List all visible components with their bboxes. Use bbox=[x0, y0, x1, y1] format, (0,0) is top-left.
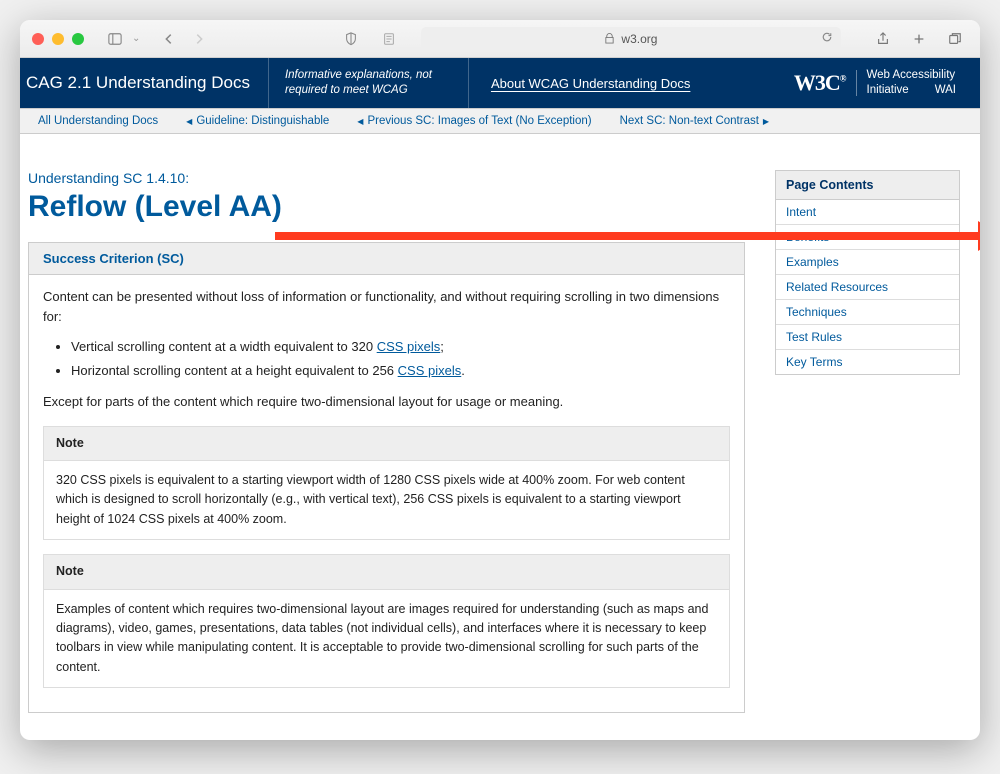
sc-body: Content can be presented without loss of… bbox=[29, 275, 744, 712]
tabs-icon[interactable] bbox=[942, 28, 968, 50]
toc-item-key-terms[interactable]: Key Terms bbox=[776, 350, 959, 374]
sc-except: Except for parts of the content which re… bbox=[43, 392, 730, 412]
toc-list: Intent Benefits Examples Related Resourc… bbox=[775, 199, 960, 375]
left-arrow-icon: ◀ bbox=[186, 117, 192, 126]
docs-title: CAG 2.1 Understanding Docs bbox=[20, 58, 269, 108]
shield-icon[interactable] bbox=[338, 28, 364, 50]
forward-button[interactable] bbox=[186, 28, 212, 50]
titlebar: ⌄ w3.org bbox=[20, 20, 980, 58]
note-box-1: Note 320 CSS pixels is equivalent to a s… bbox=[43, 426, 730, 541]
about-link[interactable]: About WCAG Understanding Docs bbox=[469, 58, 712, 108]
back-button[interactable] bbox=[156, 28, 182, 50]
page-header: CAG 2.1 Understanding Docs Informative e… bbox=[20, 58, 980, 108]
page-contents-toc: Page Contents Intent Benefits Examples R… bbox=[775, 170, 960, 375]
success-criterion-box: Success Criterion (SC) Content can be pr… bbox=[28, 242, 745, 713]
lock-icon bbox=[604, 33, 615, 44]
note-body: 320 CSS pixels is equivalent to a starti… bbox=[44, 461, 729, 539]
note-header: Note bbox=[44, 555, 729, 589]
sc-bullet-vertical: Vertical scrolling content at a width eq… bbox=[71, 337, 730, 357]
note-header: Note bbox=[44, 427, 729, 461]
maximize-button[interactable] bbox=[72, 33, 84, 45]
pre-title: Understanding SC 1.4.10: bbox=[28, 170, 745, 186]
left-arrow-icon: ◀ bbox=[357, 117, 363, 126]
note-box-2: Note Examples of content which requires … bbox=[43, 554, 730, 688]
toc-item-benefits[interactable]: Benefits bbox=[776, 225, 959, 250]
chevron-down-icon[interactable]: ⌄ bbox=[132, 33, 140, 44]
css-pixels-link[interactable]: CSS pixels bbox=[377, 339, 441, 354]
css-pixels-link[interactable]: CSS pixels bbox=[398, 363, 462, 378]
toc-item-examples[interactable]: Examples bbox=[776, 250, 959, 275]
nav-prev-sc[interactable]: ◀Previous SC: Images of Text (No Excepti… bbox=[357, 115, 591, 127]
wai-text: Web Accessibility InitiativeWAI bbox=[867, 68, 956, 98]
traffic-lights bbox=[32, 33, 84, 45]
content-area: Understanding SC 1.4.10: Reflow (Level A… bbox=[20, 134, 980, 736]
new-tab-icon[interactable] bbox=[906, 28, 932, 50]
toc-item-intent[interactable]: Intent bbox=[776, 200, 959, 225]
reload-icon[interactable] bbox=[821, 31, 833, 46]
nav-guideline[interactable]: ◀Guideline: Distinguishable bbox=[186, 115, 329, 127]
nav-all-docs[interactable]: All Understanding Docs bbox=[38, 115, 158, 127]
sc-header: Success Criterion (SC) bbox=[29, 243, 744, 275]
toc-item-test-rules[interactable]: Test Rules bbox=[776, 325, 959, 350]
main-column: Understanding SC 1.4.10: Reflow (Level A… bbox=[28, 170, 745, 736]
nav-next-sc[interactable]: Next SC: Non-text Contrast▶ bbox=[620, 115, 769, 127]
minimize-button[interactable] bbox=[52, 33, 64, 45]
url-bar[interactable]: w3.org bbox=[421, 27, 841, 51]
browser-window: ⌄ w3.org bbox=[20, 20, 980, 740]
sidebar-toggle-icon[interactable] bbox=[102, 28, 128, 50]
sc-intro: Content can be presented without loss of… bbox=[43, 287, 730, 327]
nav-strip: All Understanding Docs ◀Guideline: Disti… bbox=[20, 108, 980, 134]
reader-icon[interactable] bbox=[376, 28, 402, 50]
note-body: Examples of content which requires two-d… bbox=[44, 590, 729, 688]
toc-header: Page Contents bbox=[775, 170, 960, 199]
sc-bullet-horizontal: Horizontal scrolling content at a height… bbox=[71, 361, 730, 381]
toc-item-techniques[interactable]: Techniques bbox=[776, 300, 959, 325]
w3c-logo: W3C® bbox=[794, 70, 857, 96]
toc-item-related[interactable]: Related Resources bbox=[776, 275, 959, 300]
wai-logo-block[interactable]: W3C® Web Accessibility InitiativeWAI bbox=[794, 68, 980, 98]
close-button[interactable] bbox=[32, 33, 44, 45]
page-title: Reflow (Level AA) bbox=[28, 190, 745, 224]
share-icon[interactable] bbox=[870, 28, 896, 50]
url-text: w3.org bbox=[621, 32, 657, 46]
informative-note: Informative explanations, not required t… bbox=[269, 58, 469, 108]
right-arrow-icon: ▶ bbox=[763, 117, 769, 126]
sc-list: Vertical scrolling content at a width eq… bbox=[71, 337, 730, 381]
